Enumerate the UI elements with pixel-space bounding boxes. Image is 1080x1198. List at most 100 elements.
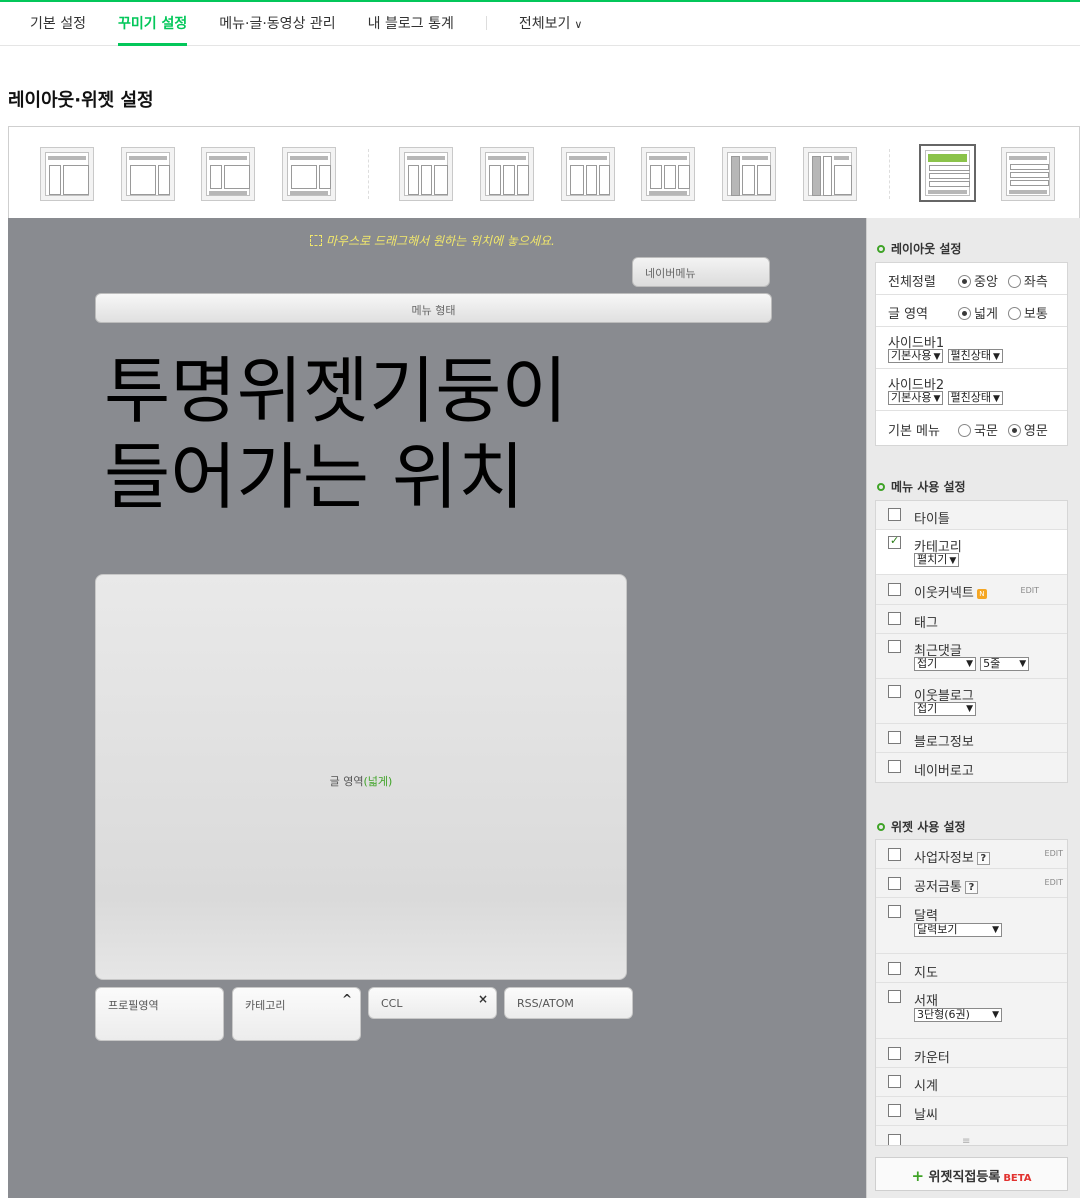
widget-item-map: 지도 <box>876 954 1067 983</box>
menu-settings-title: 메뉴 사용 설정 <box>877 478 966 495</box>
menu-form-widget[interactable]: 메뉴 형태 <box>95 293 772 323</box>
view-all-dropdown[interactable]: 전체보기 ∨ <box>519 13 583 45</box>
layout-option-9[interactable] <box>722 147 776 201</box>
menu-english-radio[interactable]: 영문 <box>1007 424 1048 439</box>
widget-item-calendar: 달력 달력보기 ▼ <box>876 898 1067 954</box>
drag-hint: 마우스로 드래그해서 원하는 위치에 놓으세요. <box>310 232 555 249</box>
layout-option-1[interactable] <box>40 147 94 201</box>
drag-hint-text: 마우스로 드래그해서 원하는 위치에 놓으세요. <box>326 234 555 248</box>
layout-chooser <box>8 126 1080 218</box>
widget-item-clock: 시계 <box>876 1068 1067 1097</box>
edit-link[interactable]: EDIT <box>1045 878 1063 887</box>
tab-menu-post-video[interactable]: 메뉴·글·동영상 관리 <box>219 13 335 45</box>
help-icon[interactable]: ? <box>976 852 990 865</box>
layout-settings-title: 레이아웃 설정 <box>877 240 961 257</box>
collapse-icon[interactable]: ^ <box>342 992 352 1006</box>
writing-wide-radio[interactable]: 넓게 <box>958 307 998 322</box>
bookshelf-checkbox[interactable] <box>888 990 901 1003</box>
counter-checkbox[interactable] <box>888 1047 901 1060</box>
bullet-icon <box>877 823 885 831</box>
map-checkbox[interactable] <box>888 962 901 975</box>
writing-normal-radio[interactable]: 보통 <box>1007 307 1048 322</box>
layout-option-3[interactable] <box>201 147 255 201</box>
writing-area-mode: (넓게) <box>363 775 393 788</box>
category-widget[interactable]: 카테고리 ^ <box>232 987 361 1041</box>
layout-option-11-selected[interactable] <box>919 144 976 202</box>
naver-menu-widget[interactable]: 네이버메뉴 <box>632 257 770 287</box>
menu-item-neighbor-connect: 이웃커넥트 N EDIT <box>876 575 1067 605</box>
close-icon[interactable]: × <box>478 992 488 1006</box>
calendar-mode-select[interactable]: 달력보기 ▼ <box>914 923 1002 937</box>
layout-option-10[interactable] <box>803 147 857 201</box>
copyright-checkbox[interactable] <box>888 877 901 890</box>
profile-widget[interactable]: 프로필영역 <box>95 987 224 1041</box>
category-mode-select[interactable]: 펼치기 ▼ <box>914 553 960 567</box>
tag-checkbox[interactable] <box>888 612 901 625</box>
view-all-label: 전체보기 <box>518 16 571 32</box>
ccl-widget[interactable]: CCL × <box>368 987 497 1019</box>
blog-info-checkbox[interactable] <box>888 731 901 744</box>
neighbor-connect-checkbox[interactable] <box>888 583 901 596</box>
basic-menu-row: 기본 메뉴 국문 영문 <box>876 411 1067 445</box>
tab-basic-settings[interactable]: 기본 설정 <box>30 13 86 45</box>
layout-option-4[interactable] <box>282 147 336 201</box>
widget-item-bookshelf: 서재 3단형(6권) ▼ <box>876 983 1067 1039</box>
writing-width-row: 글 영역 넓게 보통 <box>876 295 1067 327</box>
sidebar1-state-select[interactable]: 펼친상태 ▼ <box>947 349 1003 363</box>
layout-option-6[interactable] <box>480 147 534 201</box>
drag-cursor-icon <box>310 235 322 246</box>
tab-design-settings[interactable]: 꾸미기 설정 <box>117 13 188 46</box>
menu-korean-radio[interactable]: 국문 <box>958 424 998 439</box>
widget-item-partial <box>876 1126 1067 1145</box>
recent-comments-checkbox[interactable] <box>888 640 901 653</box>
sidebar1-row: 사이드바1 기본사용 ▼ 펼친상태 ▼ <box>876 327 1067 369</box>
bullet-icon <box>877 483 885 491</box>
category-widget-label: 카테고리 <box>245 999 286 1012</box>
tab-blog-stats[interactable]: 내 블로그 통계 <box>368 13 454 45</box>
title-checkbox[interactable] <box>888 508 901 521</box>
help-icon[interactable]: ? <box>964 881 978 894</box>
layout-option-5[interactable] <box>399 147 453 201</box>
layout-option-12[interactable] <box>1001 147 1055 201</box>
add-widget-button[interactable]: + 위젯직접등록 BETA <box>875 1157 1068 1191</box>
nav-divider <box>485 16 487 30</box>
category-checkbox[interactable] <box>888 534 901 549</box>
menu-item-category: 카테고리펼치기▼ <box>876 530 1067 575</box>
business-info-checkbox[interactable] <box>888 848 901 861</box>
layout-option-7[interactable] <box>561 147 615 201</box>
recent-comments-fold-select[interactable]: 접기 ▼ <box>914 657 976 671</box>
partial-checkbox[interactable] <box>888 1134 901 1145</box>
scroll-more-icon[interactable]: ≡ <box>962 1136 970 1147</box>
settings-panel: 레이아웃 설정 전체정렬 중앙 좌측 글 영역 넓게 보통 사이드바1 기본사용 ▼ … <box>866 218 1080 1198</box>
widget-item-copyright: 공저금통? EDIT <box>876 869 1067 898</box>
edit-link[interactable]: EDIT <box>1021 586 1039 595</box>
new-badge: N <box>976 589 987 599</box>
overlay-caption-line1: 투명위젯기둥이 <box>104 349 568 433</box>
edit-link[interactable]: EDIT <box>1045 849 1063 858</box>
clock-checkbox[interactable] <box>888 1075 901 1088</box>
widget-settings-box: 사업자정보? EDIT 공저금통? EDIT 달력 달력보기 ▼ 지도 서재 3단형(6권… <box>875 839 1068 1146</box>
naver-logo-checkbox[interactable] <box>888 760 901 773</box>
layout-option-8[interactable] <box>641 147 695 201</box>
sidebar2-state-select[interactable]: 펼친상태 ▼ <box>947 391 1003 405</box>
align-left-radio[interactable]: 좌측 <box>1007 275 1048 290</box>
widget-item-business-info: 사업자정보? EDIT <box>876 840 1067 869</box>
widget-item-weather: 날씨 <box>876 1097 1067 1126</box>
neighbor-blog-fold-select[interactable]: 접기 ▼ <box>914 702 976 716</box>
layout-option-2[interactable] <box>121 147 175 201</box>
rss-widget[interactable]: RSS/ATOM <box>504 987 633 1019</box>
chooser-divider <box>368 149 369 199</box>
sidebar2-use-select[interactable]: 기본사용 ▼ <box>888 391 944 405</box>
writing-area[interactable]: 글 영역(넓게) <box>95 574 627 980</box>
weather-checkbox[interactable] <box>888 1104 901 1117</box>
bookshelf-mode-select[interactable]: 3단형(6권) ▼ <box>914 1008 1002 1022</box>
menu-item-blog-info: 블로그정보 <box>876 724 1067 753</box>
calendar-checkbox[interactable] <box>888 905 901 918</box>
sidebar1-use-select[interactable]: 기본사용 ▼ <box>888 349 944 363</box>
align-center-radio[interactable]: 중앙 <box>958 275 998 290</box>
menu-item-tag: 태그 <box>876 605 1067 634</box>
recent-comments-lines-select[interactable]: 5줄 ▼ <box>980 657 1030 671</box>
menu-item-naver-logo: 네이버로고 <box>876 753 1067 782</box>
chooser-divider <box>889 149 890 199</box>
neighbor-blog-checkbox[interactable] <box>888 685 901 698</box>
